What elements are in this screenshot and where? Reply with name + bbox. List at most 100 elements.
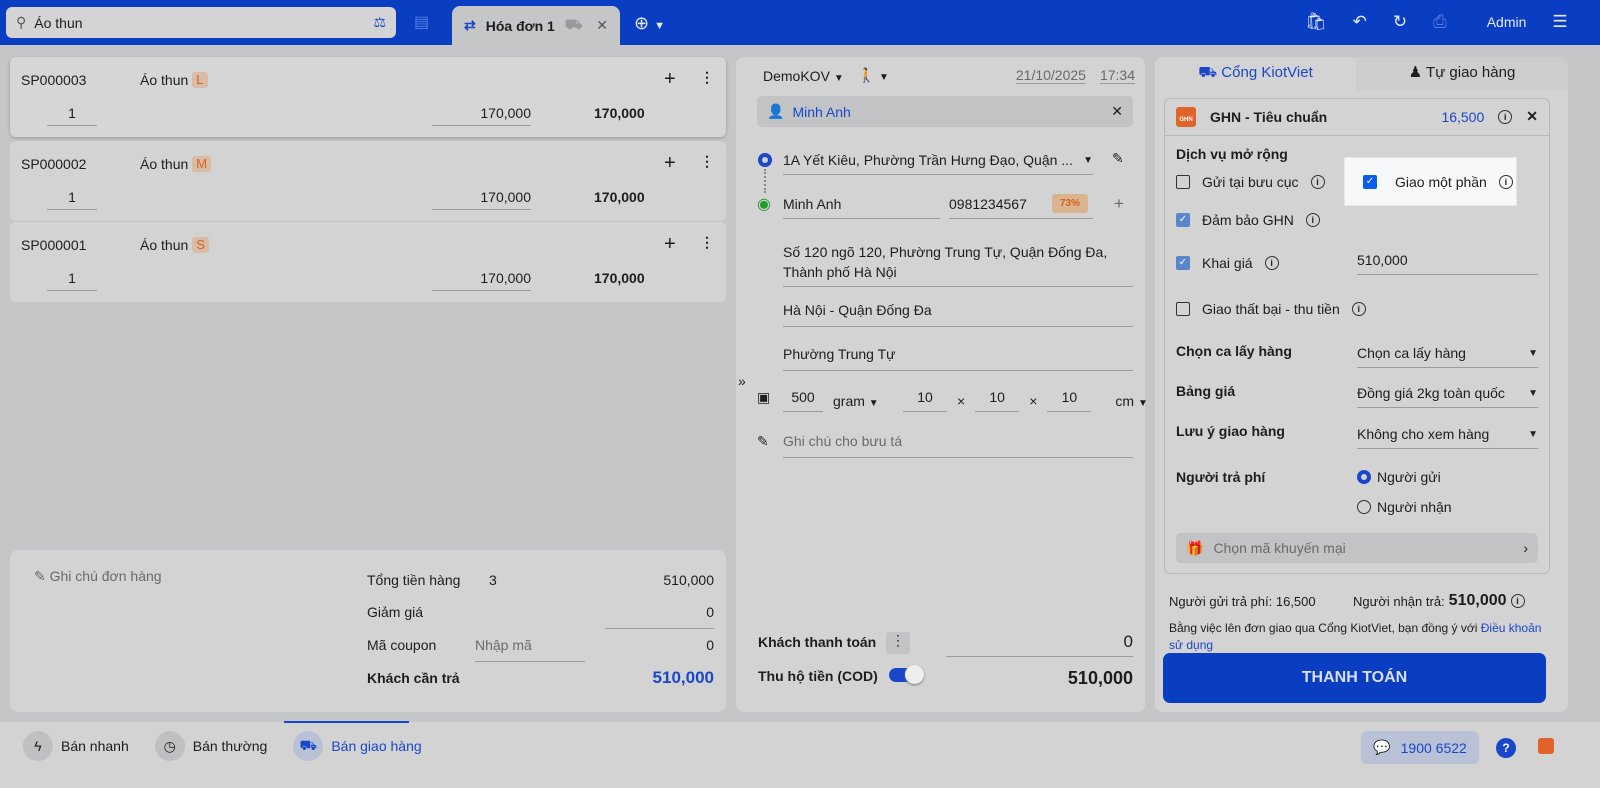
branch-select[interactable]: DemoKOV ▼ bbox=[763, 68, 844, 84]
add-icon[interactable]: + bbox=[664, 233, 676, 256]
tab-kiotviet-gateway[interactable]: ⛟ Cổng KiotViet bbox=[1155, 57, 1356, 91]
coupon-input[interactable]: Nhập mã bbox=[475, 629, 585, 662]
unit-price-input[interactable]: 170,000 bbox=[432, 270, 531, 291]
sender-pays: Người gửi trả phí: 16,500 bbox=[1169, 594, 1316, 609]
item-name[interactable]: Áo thun M bbox=[140, 156, 212, 172]
barcode-icon[interactable]: ▤ bbox=[414, 12, 429, 32]
delivery-note-select[interactable]: Không cho xem hàng ▼ bbox=[1357, 426, 1538, 449]
help-icon[interactable]: ? bbox=[1496, 738, 1516, 758]
print-icon[interactable]: ⎙ bbox=[1433, 12, 1447, 32]
remove-carrier-icon[interactable]: ✕ bbox=[1526, 108, 1538, 125]
swap-icon: ⇄ bbox=[464, 17, 476, 33]
add-icon[interactable]: + bbox=[664, 152, 676, 175]
package-icon: ▣ bbox=[757, 389, 771, 405]
cod-toggle[interactable] bbox=[889, 665, 924, 684]
add-icon[interactable]: + bbox=[664, 68, 676, 91]
quantity-input[interactable]: 1 bbox=[47, 189, 97, 210]
walker-icon[interactable]: 🚶 ▼ bbox=[858, 67, 889, 84]
option-ghn-insurance[interactable]: ✓ Đảm bảo GHN i bbox=[1176, 212, 1320, 228]
remove-customer-icon[interactable]: ✕ bbox=[1111, 103, 1123, 120]
hotline-button[interactable]: 💬 1900 6522 bbox=[1361, 731, 1479, 764]
weight-unit-select[interactable]: gram ▼ bbox=[833, 393, 893, 409]
customer-chip[interactable]: 👤 Minh Anh ✕ bbox=[757, 96, 1133, 127]
edit-icon[interactable]: ✎ bbox=[1112, 150, 1124, 167]
cod-label: Thu hộ tiền (COD) bbox=[758, 668, 878, 684]
pickup-shift-select[interactable]: Chọn ca lấy hàng ▼ bbox=[1357, 345, 1538, 368]
length-input[interactable]: 10 bbox=[903, 389, 947, 412]
note-edit-icon: ✎ bbox=[757, 433, 769, 449]
truck-icon: ⛟ bbox=[293, 731, 324, 761]
unit-price-input[interactable]: 170,000 bbox=[432, 189, 531, 210]
product-search[interactable]: ⚲ Áo thun ⚖ bbox=[6, 7, 396, 38]
dim-unit-select[interactable]: cm ▼ bbox=[1115, 393, 1147, 409]
bag-icon[interactable]: 🛍 bbox=[1305, 12, 1327, 32]
variant-badge: M bbox=[192, 156, 212, 172]
quantity-input[interactable]: 1 bbox=[47, 270, 97, 291]
nav-delivery-sale[interactable]: ⛟ Bán giao hàng bbox=[293, 731, 422, 761]
expand-icon[interactable]: » bbox=[738, 373, 746, 389]
search-input[interactable]: Áo thun bbox=[34, 15, 365, 31]
discount-input[interactable]: 0 bbox=[605, 596, 714, 629]
tab-invoice-1[interactable]: ⇄ Hóa đơn 1 ⛟ ✕ bbox=[452, 6, 620, 45]
courier-note-input[interactable]: Ghi chú cho bưu tá bbox=[783, 433, 1133, 458]
nav-quick-sale[interactable]: ϟ Bán nhanh bbox=[23, 731, 129, 761]
declare-value-input[interactable]: 510,000 bbox=[1357, 252, 1538, 275]
item-name[interactable]: Áo thun S bbox=[140, 237, 209, 253]
undo-icon[interactable]: ↶ bbox=[1353, 12, 1367, 32]
user-name[interactable]: Admin bbox=[1487, 14, 1527, 30]
info-icon: i bbox=[1498, 109, 1513, 124]
promo-select[interactable]: 🎁 Chọn mã khuyến mại › bbox=[1176, 533, 1538, 563]
unit-price-input[interactable]: 170,000 bbox=[432, 105, 531, 126]
address-field[interactable]: Số 120 ngõ 120, Phường Trung Tự, Quận Đố… bbox=[783, 242, 1133, 287]
order-note[interactable]: ✎ Ghi chú đơn hàng bbox=[34, 568, 162, 585]
more-icon[interactable]: ⋮ bbox=[700, 234, 714, 251]
feedback-icon[interactable] bbox=[1538, 738, 1554, 754]
ghn-logo: GHN bbox=[1176, 106, 1196, 127]
variant-badge: L bbox=[192, 72, 208, 88]
option-declare-value[interactable]: ✓ Khai giá i bbox=[1176, 255, 1279, 271]
menu-icon[interactable]: ☰ bbox=[1552, 12, 1567, 32]
width-input[interactable]: 10 bbox=[975, 389, 1020, 412]
height-input[interactable]: 10 bbox=[1047, 389, 1092, 412]
weight-input[interactable]: 500 bbox=[783, 389, 823, 412]
payer-sender-radio[interactable]: Người gửi bbox=[1357, 469, 1441, 485]
clock-icon: ◷ bbox=[154, 731, 185, 761]
cart-item[interactable] bbox=[10, 222, 726, 302]
gift-icon: 🎁 bbox=[1186, 539, 1204, 556]
receiver-pays: Người nhận trả: 510,000 i bbox=[1353, 592, 1525, 610]
close-icon[interactable]: ✕ bbox=[596, 17, 608, 34]
add-receiver-icon[interactable]: + bbox=[1114, 194, 1124, 214]
receiver-name[interactable]: Minh Anh bbox=[783, 196, 940, 219]
line-total: 170,000 bbox=[594, 270, 645, 286]
price-table-select[interactable]: Đồng giá 2kg toàn quốc ▼ bbox=[1357, 385, 1538, 408]
checkout-button[interactable]: THANH TOÁN bbox=[1163, 653, 1546, 703]
more-icon[interactable]: ⋮ bbox=[700, 153, 714, 170]
search-icon: ⚲ bbox=[16, 14, 27, 30]
item-name[interactable]: Áo thun L bbox=[140, 72, 208, 88]
customer-pay-input[interactable]: 0 bbox=[946, 632, 1133, 657]
quantity-input[interactable]: 1 bbox=[47, 105, 97, 126]
pickup-address-select[interactable]: 1A Yết Kiêu, Phường Trần Hưng Đạo, Quận … bbox=[783, 152, 1093, 175]
option-fail-collect[interactable]: Giao thất bại - thu tiền i bbox=[1176, 301, 1366, 317]
order-time[interactable]: 17:34 bbox=[1099, 67, 1135, 84]
line-total: 170,000 bbox=[594, 105, 645, 121]
tab-self-delivery[interactable]: ♟ Tự giao hàng bbox=[1356, 57, 1568, 89]
success-rate-badge: 73% bbox=[1052, 194, 1089, 213]
more-icon[interactable]: ⋮ bbox=[700, 69, 714, 86]
cart-item[interactable] bbox=[10, 57, 726, 137]
option-partial-delivery[interactable]: ✓ Giao một phần i bbox=[1345, 158, 1516, 205]
tab-label: Hóa đơn 1 bbox=[485, 17, 555, 34]
add-tab-button[interactable]: ⊕ ▼ bbox=[634, 13, 665, 34]
chat-icon: 💬 bbox=[1373, 739, 1391, 755]
cart-item[interactable] bbox=[10, 141, 726, 221]
option-post-office[interactable]: Gửi tại bưu cục i bbox=[1176, 174, 1325, 190]
order-date[interactable]: 21/10/2025 bbox=[1015, 67, 1086, 84]
district-field[interactable]: Hà Nội - Quận Đống Đa bbox=[783, 302, 1133, 327]
amount-due: 510,000 bbox=[652, 668, 714, 687]
pay-options-button[interactable]: ⋮ bbox=[886, 632, 910, 654]
sync-icon[interactable]: ↻ bbox=[1393, 12, 1407, 32]
ward-field[interactable]: Phường Trung Tự bbox=[783, 346, 1133, 371]
scale-icon[interactable]: ⚖ bbox=[373, 14, 386, 31]
payer-receiver-radio[interactable]: Người nhận bbox=[1357, 499, 1452, 515]
nav-normal-sale[interactable]: ◷ Bán thường bbox=[154, 731, 267, 761]
